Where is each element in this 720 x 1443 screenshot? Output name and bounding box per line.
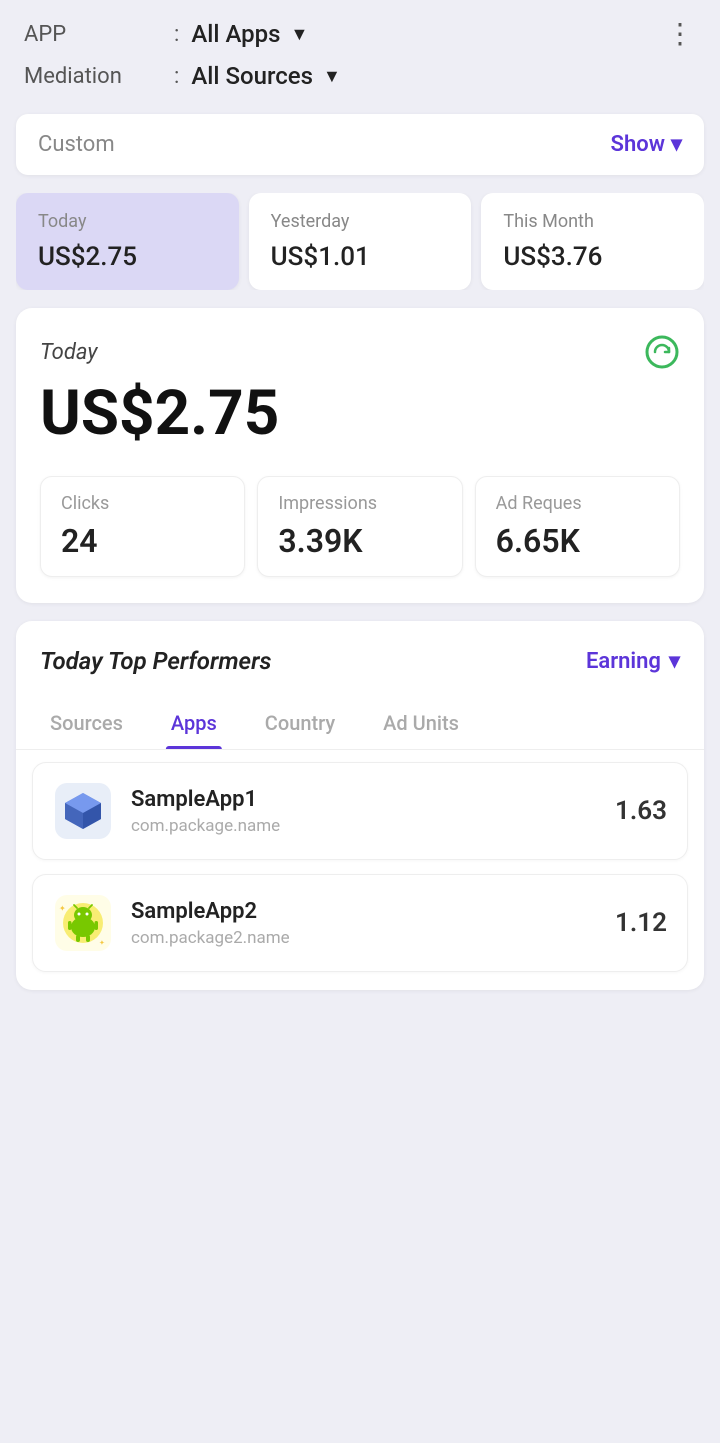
tab-apps[interactable]: Apps bbox=[147, 695, 241, 749]
period-yesterday-label: Yesterday bbox=[271, 211, 450, 232]
mediation-label: Mediation bbox=[24, 64, 174, 89]
performers-title: Today Top Performers bbox=[40, 647, 271, 675]
app1-info: SampleApp1 com.package.name bbox=[131, 787, 615, 836]
period-yesterday-value: US$1.01 bbox=[271, 242, 450, 272]
period-today-value: US$2.75 bbox=[38, 242, 217, 272]
stat-impressions: Impressions 3.39K bbox=[257, 476, 462, 577]
app1-earning: 1.63 bbox=[615, 796, 667, 826]
app-value: All Apps bbox=[191, 20, 280, 48]
app2-package: com.package2.name bbox=[131, 928, 615, 948]
earning-dropdown[interactable]: Earning ▾ bbox=[586, 649, 680, 674]
app-list: SampleApp1 com.package.name 1.63 bbox=[16, 750, 704, 990]
app-label: APP bbox=[24, 22, 174, 47]
tab-ad-units[interactable]: Ad Units bbox=[359, 695, 483, 749]
app2-info: SampleApp2 com.package2.name bbox=[131, 899, 615, 948]
custom-label: Custom bbox=[38, 132, 115, 157]
svg-text:✦: ✦ bbox=[59, 904, 66, 913]
clicks-label: Clicks bbox=[61, 493, 224, 514]
refresh-icon[interactable] bbox=[644, 334, 680, 370]
mediation-dropdown-icon[interactable]: ▼ bbox=[323, 66, 341, 87]
clicks-value: 24 bbox=[61, 522, 224, 560]
mediation-row: Mediation : All Sources ▼ bbox=[24, 62, 696, 90]
performers-card: Today Top Performers Earning ▾ Sources A… bbox=[16, 621, 704, 990]
custom-bar: Custom Show ▾ bbox=[16, 114, 704, 175]
stat-ad-requests: Ad Reques 6.65K bbox=[475, 476, 680, 577]
main-amount: US$2.75 bbox=[40, 380, 680, 448]
period-card-yesterday[interactable]: Yesterday US$1.01 bbox=[249, 193, 472, 290]
impressions-value: 3.39K bbox=[278, 522, 441, 560]
more-options-button[interactable]: ⋮ bbox=[666, 20, 696, 48]
mediation-value: All Sources bbox=[191, 62, 313, 90]
header: APP : All Apps ▼ ⋮ Mediation : All Sourc… bbox=[0, 0, 720, 114]
stats-row: Clicks 24 Impressions 3.39K Ad Reques 6.… bbox=[40, 476, 680, 577]
period-thismonth-label: This Month bbox=[503, 211, 682, 232]
period-today-label: Today bbox=[38, 211, 217, 232]
earning-chevron-icon: ▾ bbox=[669, 649, 680, 674]
list-item[interactable]: SampleApp1 com.package.name 1.63 bbox=[32, 762, 688, 860]
app2-icon: ✦ ✦ bbox=[53, 893, 113, 953]
app-row: APP : All Apps ▼ ⋮ bbox=[24, 20, 696, 48]
show-label: Show bbox=[611, 132, 665, 157]
mediation-selector[interactable]: All Sources ▼ bbox=[191, 62, 340, 90]
stat-clicks: Clicks 24 bbox=[40, 476, 245, 577]
tabs-row: Sources Apps Country Ad Units bbox=[16, 695, 704, 750]
svg-text:✦: ✦ bbox=[99, 939, 105, 947]
main-today-label: Today bbox=[40, 340, 97, 365]
app2-earning: 1.12 bbox=[615, 908, 667, 938]
performers-header: Today Top Performers Earning ▾ bbox=[16, 647, 704, 695]
period-card-today[interactable]: Today US$2.75 bbox=[16, 193, 239, 290]
app1-package: com.package.name bbox=[131, 816, 615, 836]
tab-sources[interactable]: Sources bbox=[26, 695, 147, 749]
impressions-label: Impressions bbox=[278, 493, 441, 514]
show-button[interactable]: Show ▾ bbox=[611, 132, 682, 157]
period-cards: Today US$2.75 Yesterday US$1.01 This Mon… bbox=[16, 193, 704, 290]
app1-name: SampleApp1 bbox=[131, 787, 615, 812]
ad-requests-label: Ad Reques bbox=[496, 493, 659, 514]
main-card: Today US$2.75 Clicks 24 Impressions 3.39… bbox=[16, 308, 704, 603]
app1-icon bbox=[53, 781, 113, 841]
earning-label: Earning bbox=[586, 649, 661, 674]
app-dropdown-icon[interactable]: ▼ bbox=[290, 24, 308, 45]
period-card-thismonth[interactable]: This Month US$3.76 bbox=[481, 193, 704, 290]
list-item[interactable]: ✦ ✦ SampleApp2 com.package2.name 1.12 bbox=[32, 874, 688, 972]
tab-country[interactable]: Country bbox=[241, 695, 359, 749]
show-chevron-icon: ▾ bbox=[671, 132, 682, 157]
app-selector[interactable]: All Apps ▼ bbox=[191, 20, 308, 48]
main-card-header: Today bbox=[40, 334, 680, 370]
ad-requests-value: 6.65K bbox=[496, 522, 659, 560]
mediation-colon: : bbox=[174, 64, 179, 89]
app2-name: SampleApp2 bbox=[131, 899, 615, 924]
period-thismonth-value: US$3.76 bbox=[503, 242, 682, 272]
app-colon: : bbox=[174, 22, 179, 47]
